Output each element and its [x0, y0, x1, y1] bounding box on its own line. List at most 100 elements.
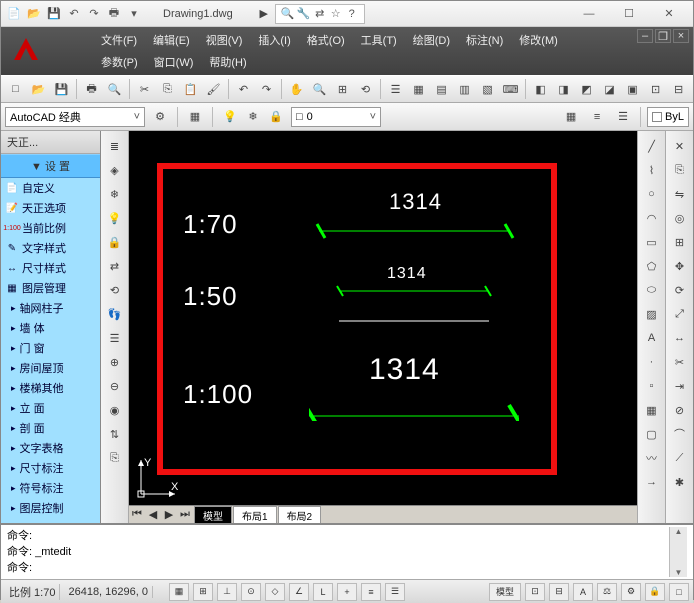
calc-icon[interactable]: ⌨ — [500, 78, 521, 100]
palette-sub[interactable]: 剖 面 — [1, 418, 100, 438]
menu-help[interactable]: 帮助(H) — [201, 51, 254, 73]
layer-merge-icon[interactable]: ⊕ — [104, 351, 126, 373]
extras-7-icon[interactable]: ⊟ — [668, 78, 689, 100]
palette-item-scale[interactable]: 1:100当前比例 — [1, 218, 100, 238]
erase-icon[interactable]: ✕ — [669, 135, 691, 157]
menu-param[interactable]: 参数(P) — [93, 51, 146, 73]
polar-toggle[interactable]: ⊙ — [241, 583, 261, 601]
menu-file[interactable]: 文件(F) — [93, 29, 145, 51]
palette-section-settings[interactable]: ▼ 设 置 — [1, 154, 100, 178]
undo-tb-icon[interactable]: ↶ — [233, 78, 254, 100]
table-icon[interactable]: ▦ — [641, 399, 663, 421]
layer-change-icon[interactable]: ⇅ — [104, 423, 126, 445]
design-center-icon[interactable]: ▦ — [408, 78, 429, 100]
ws-settings-icon[interactable]: ⚙ — [149, 106, 171, 128]
palette-sub[interactable]: 轴网柱子 — [1, 298, 100, 318]
qp-toggle[interactable]: ☰ — [385, 583, 405, 601]
layer-props-icon[interactable]: ▦ — [184, 106, 206, 128]
pline-icon[interactable]: ⌇ — [641, 159, 663, 181]
move-icon[interactable]: ✥ — [669, 255, 691, 277]
preview-icon[interactable]: 🔍 — [104, 78, 125, 100]
tab-first-icon[interactable]: ⏮ — [129, 508, 145, 522]
cmd-scrollbar[interactable]: ▲▼ — [669, 527, 687, 577]
chamfer-icon[interactable]: ⟋ — [669, 447, 691, 469]
title-play-icon[interactable]: ▶ — [253, 3, 275, 25]
extras-2-icon[interactable]: ◨ — [553, 78, 574, 100]
layer-prev-icon[interactable]: ⟲ — [104, 279, 126, 301]
palette-sub[interactable]: 墙 体 — [1, 318, 100, 338]
palette-sub[interactable]: 符号标注 — [1, 478, 100, 498]
menu-dim[interactable]: 标注(N) — [458, 29, 511, 51]
status-lock-icon[interactable]: 🔒 — [645, 583, 665, 601]
prop-line-icon[interactable]: ≡ — [586, 106, 608, 128]
layer-off-icon[interactable]: 💡 — [104, 207, 126, 229]
ray-icon[interactable]: → — [641, 471, 663, 493]
menu-insert[interactable]: 插入(I) — [250, 29, 298, 51]
break-icon[interactable]: ⊘ — [669, 399, 691, 421]
extend-icon[interactable]: ⇥ — [669, 375, 691, 397]
tab-last-icon[interactable]: ⏭ — [177, 508, 193, 522]
command-line[interactable]: 命令: 命令: _mtedit 命令: ▲▼ — [1, 523, 693, 579]
binoculars-icon[interactable]: 🔍 — [280, 6, 296, 22]
array-icon[interactable]: ⊞ — [669, 231, 691, 253]
maximize-button[interactable]: ☐ — [609, 2, 649, 26]
line-icon[interactable]: ╱ — [641, 135, 663, 157]
poly-icon[interactable]: ⬠ — [641, 255, 663, 277]
zoom-window-icon[interactable]: ⊞ — [332, 78, 353, 100]
rect-icon[interactable]: ▭ — [641, 231, 663, 253]
offset-icon[interactable]: ◎ — [669, 207, 691, 229]
palette-item-layermgr[interactable]: ▦图层管理 — [1, 278, 100, 298]
paste-icon[interactable]: 📋 — [180, 78, 201, 100]
open-doc-icon[interactable]: 📂 — [28, 78, 49, 100]
key-icon[interactable]: 🔧 — [296, 6, 312, 22]
palette-sub[interactable]: 尺寸标注 — [1, 458, 100, 478]
grid-toggle[interactable]: ⊞ — [193, 583, 213, 601]
block-icon[interactable]: ▫ — [641, 375, 663, 397]
tab-model[interactable]: 模型 — [194, 506, 232, 524]
layer-match-icon[interactable]: ⇄ — [104, 255, 126, 277]
save-icon[interactable]: 💾 — [45, 5, 63, 23]
tab-layout2[interactable]: 布局2 — [278, 506, 322, 524]
drawing-viewport[interactable]: 1:70 1:50 1:100 1314 1314 1314 Y X — [129, 131, 637, 523]
menu-tools[interactable]: 工具(T) — [353, 29, 405, 51]
menu-draw[interactable]: 绘图(D) — [405, 29, 458, 51]
palette-sub[interactable]: 立 面 — [1, 398, 100, 418]
ducs-toggle[interactable]: L — [313, 583, 333, 601]
menu-format[interactable]: 格式(O) — [299, 29, 353, 51]
zoom-icon[interactable]: 🔍 — [309, 78, 330, 100]
zoom-prev-icon[interactable]: ⟲ — [355, 78, 376, 100]
status-scale[interactable]: 比例 1:70 — [5, 584, 60, 600]
fillet-icon[interactable]: ⌒ — [669, 423, 691, 445]
scale2-icon[interactable]: ⤢ — [669, 303, 691, 325]
menu-modify[interactable]: 修改(M) — [511, 29, 566, 51]
properties-icon[interactable]: ☰ — [385, 78, 406, 100]
tool-palette-icon[interactable]: ▤ — [431, 78, 452, 100]
extras-5-icon[interactable]: ▣ — [622, 78, 643, 100]
palette-item-textstyle[interactable]: ✎文字样式 — [1, 238, 100, 258]
point-icon[interactable]: · — [641, 351, 663, 373]
layer-freeze2-icon[interactable]: ❄ — [104, 183, 126, 205]
bylayer-combo[interactable]: ByL — [647, 107, 689, 127]
layer-on-icon[interactable]: 💡 — [219, 106, 241, 128]
ellipse-icon[interactable]: ⬭ — [641, 279, 663, 301]
lwt-toggle[interactable]: ≡ — [361, 583, 381, 601]
undo-icon[interactable]: ↶ — [65, 5, 83, 23]
print-icon[interactable]: 🖶 — [105, 5, 123, 23]
extras-4-icon[interactable]: ◪ — [599, 78, 620, 100]
layer-state-icon[interactable]: ☰ — [104, 327, 126, 349]
palette-sub[interactable]: 文字表格 — [1, 438, 100, 458]
status-scale-icon[interactable]: ⚖ — [597, 583, 617, 601]
help-icon[interactable]: ? — [344, 6, 360, 22]
menu-window[interactable]: 窗口(W) — [146, 51, 202, 73]
ortho-toggle[interactable]: ⊥ — [217, 583, 237, 601]
new-icon[interactable]: 📄 — [5, 5, 23, 23]
layer-lock-icon[interactable]: 🔒 — [265, 106, 287, 128]
markup-icon[interactable]: ▧ — [477, 78, 498, 100]
tab-layout1[interactable]: 布局1 — [233, 506, 277, 524]
palette-item-custom[interactable]: 📄自定义 — [1, 178, 100, 198]
open-icon[interactable]: 📂 — [25, 5, 43, 23]
status-btn-1[interactable]: ⊡ — [525, 583, 545, 601]
layer-copy-icon[interactable]: ⎘ — [104, 447, 126, 469]
arc-icon[interactable]: ◠ — [641, 207, 663, 229]
layer-lock2-icon[interactable]: 🔒 — [104, 231, 126, 253]
